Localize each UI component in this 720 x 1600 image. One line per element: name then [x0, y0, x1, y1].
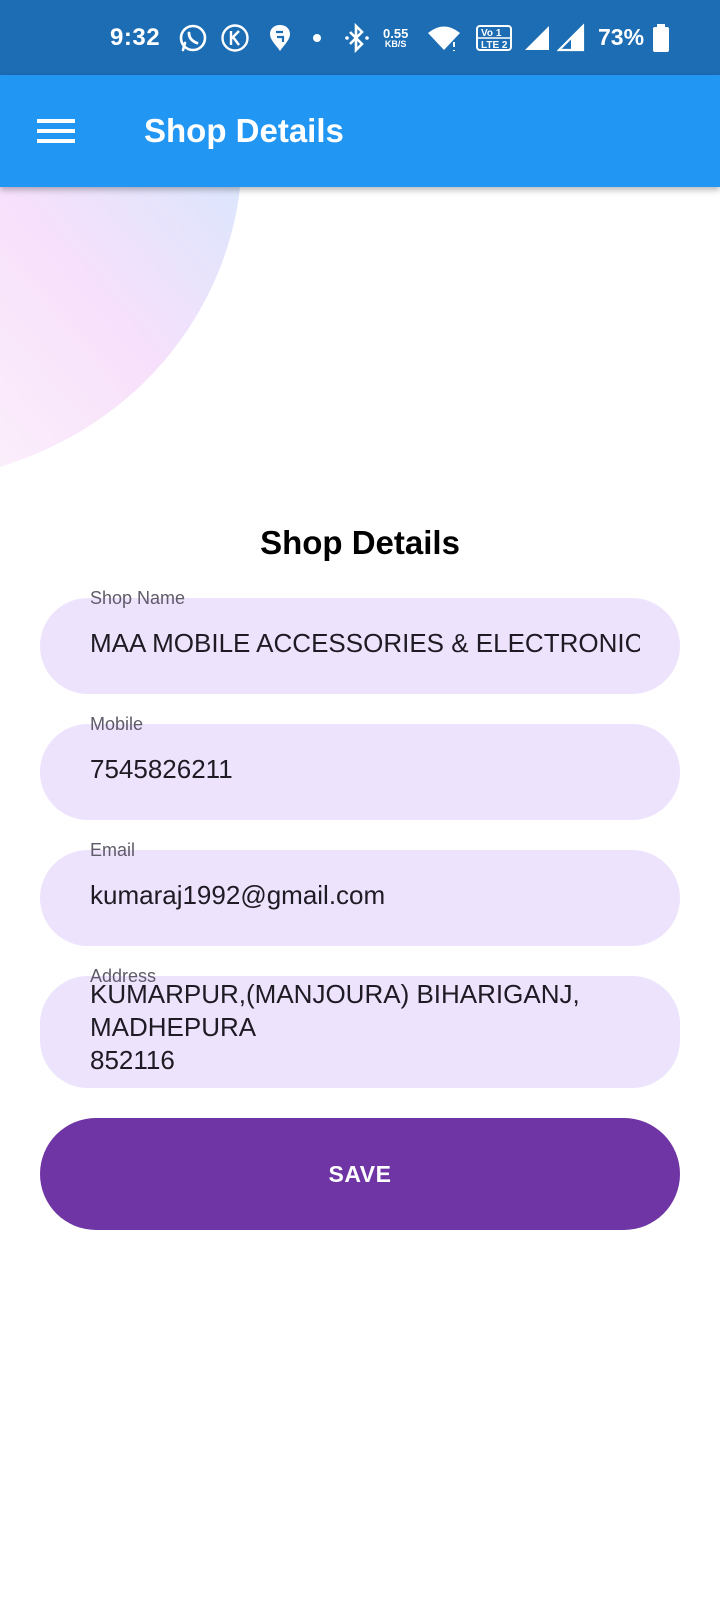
status-bar: 9:32 0.55 KB/S Vo 1 LTE 2 73% [0, 0, 720, 75]
volte-icon: Vo 1 LTE 2 [476, 0, 512, 75]
network-speed: 0.55 KB/S [383, 0, 408, 75]
battery-percent: 73% [598, 24, 645, 50]
address-label: Address [90, 966, 157, 986]
app-bar-title: Shop Details [144, 112, 344, 149]
network-speed-value: 0.55 [383, 25, 409, 41]
form-title: Shop Details [260, 524, 460, 561]
status-time: 9:32 [110, 23, 161, 51]
menu-icon [37, 119, 75, 143]
svg-text:Vo 1: Vo 1 [481, 28, 502, 39]
notification-dot-icon [312, 0, 322, 75]
mobile-value[interactable]: 7545826211 [90, 754, 640, 785]
bluetooth-icon [343, 0, 371, 75]
save-button[interactable]: SAVE [40, 1118, 680, 1230]
shop-name-value[interactable]: MAA MOBILE ACCESSORIES & ELECTRONICS [90, 628, 640, 659]
svg-text:LTE 2: LTE 2 [481, 40, 508, 51]
mobile-label: Mobile [90, 714, 144, 734]
swiggy-icon [268, 0, 292, 75]
app-bar: Shop Details [0, 75, 720, 187]
email-field[interactable]: kumaraj1992@gmail.com [40, 850, 680, 946]
k-app-icon [220, 0, 250, 75]
shop-name-label: Shop Name [90, 588, 186, 608]
address-value[interactable]: KUMARPUR,(MANJOURA) BIHARIGANJ, MADHEPUR… [90, 978, 640, 1077]
signal-icon [557, 0, 585, 75]
email-label: Email [90, 840, 136, 860]
screen: 9:32 0.55 KB/S Vo 1 LTE 2 73% Shop Detai… [0, 0, 720, 1600]
signal-icon [523, 0, 551, 75]
menu-button[interactable] [26, 103, 86, 159]
email-value[interactable]: kumaraj1992@gmail.com [90, 880, 640, 911]
shop-name-field[interactable]: MAA MOBILE ACCESSORIES & ELECTRONICS [40, 598, 680, 694]
decorative-background-shape [0, 187, 240, 467]
battery-icon [652, 0, 670, 75]
network-speed-unit: KB/S [384, 38, 407, 49]
address-field[interactable]: KUMARPUR,(MANJOURA) BIHARIGANJ, MADHEPUR… [40, 976, 680, 1088]
mobile-field[interactable]: 7545826211 [40, 724, 680, 820]
whatsapp-icon [178, 0, 208, 75]
wifi-icon [427, 0, 461, 75]
